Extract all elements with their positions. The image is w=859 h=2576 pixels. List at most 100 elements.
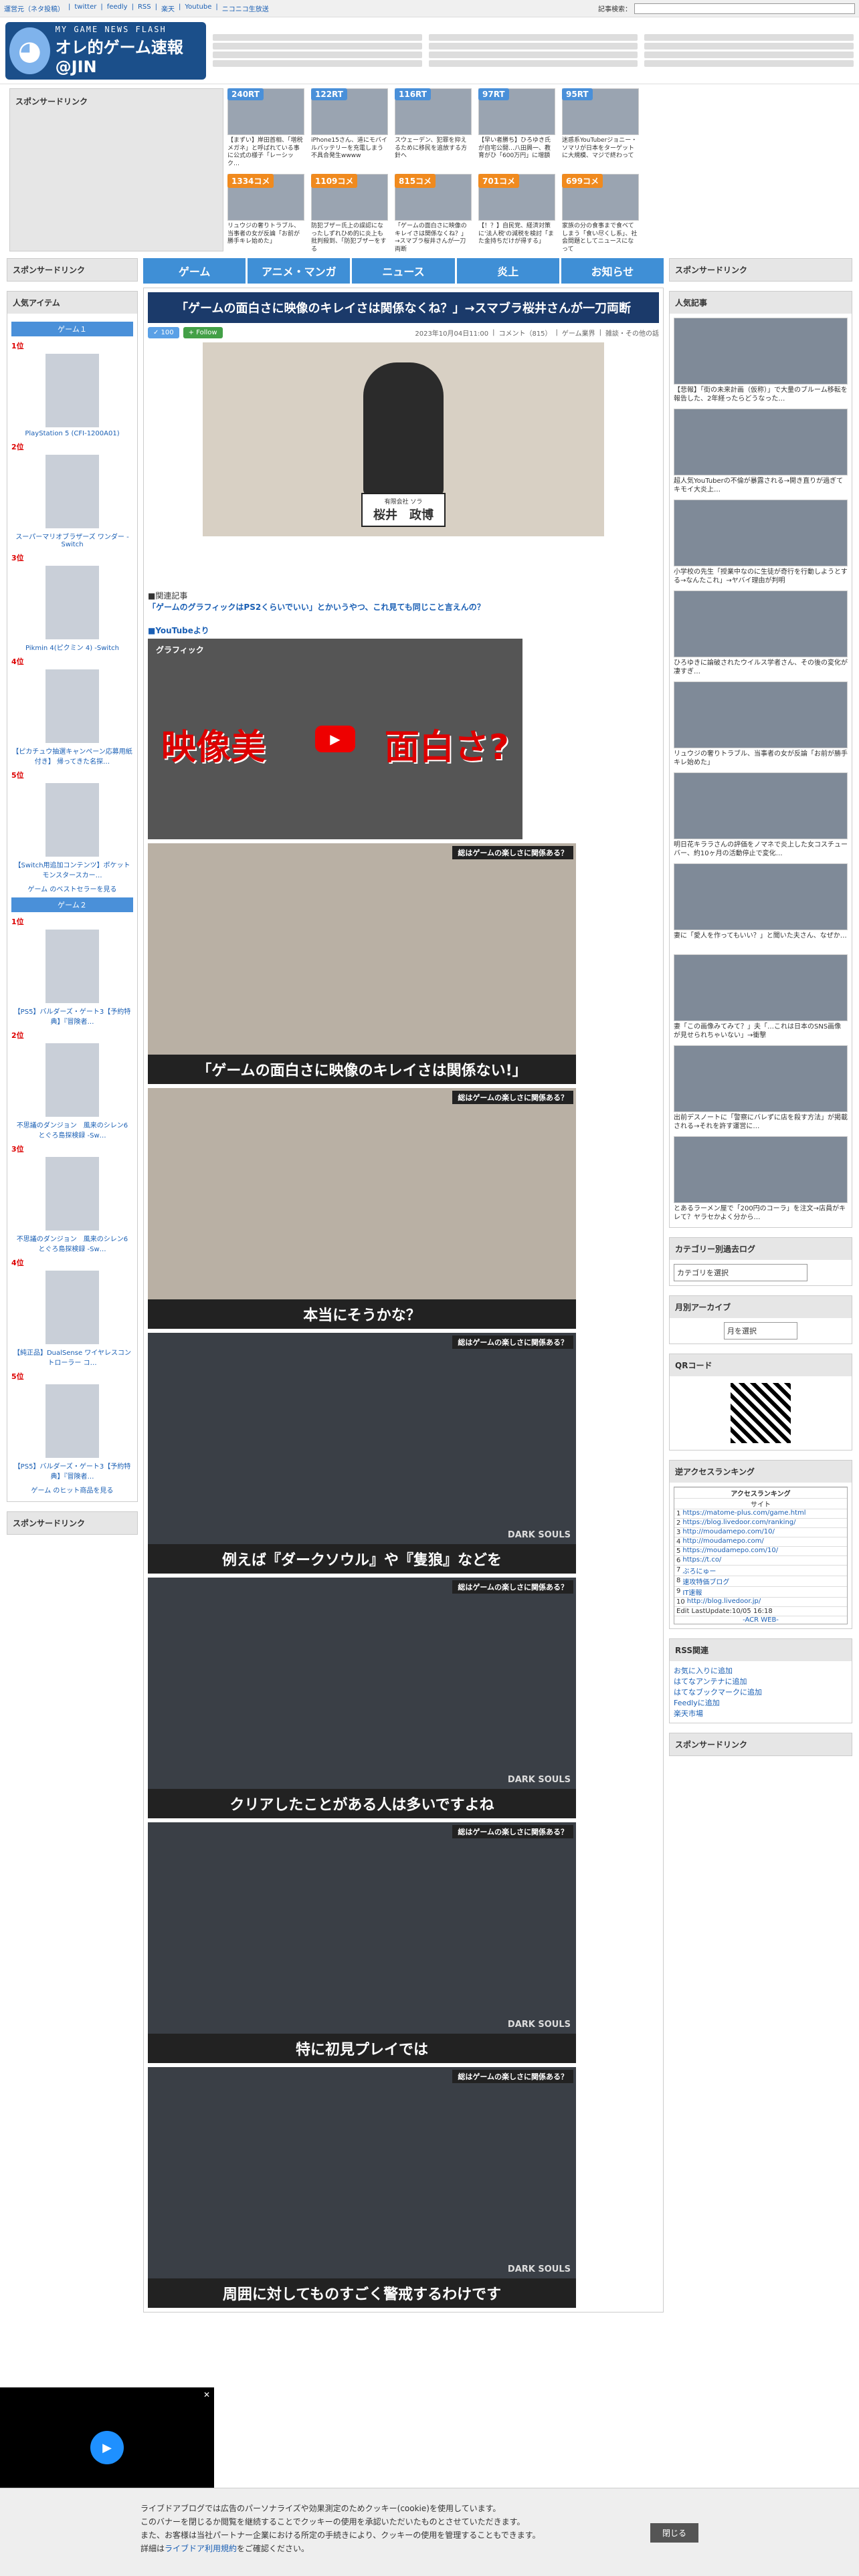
nav-anime[interactable]: アニメ・マンガ: [248, 258, 351, 284]
popular-article[interactable]: とあるラーメン屋で「200円のコーラ」を注文→店員がキレて？ヤラセかよく分から…: [674, 1136, 848, 1223]
top-link-rss[interactable]: RSS: [138, 3, 151, 13]
product-item[interactable]: スーパーマリオブラザーズ ワンダー -Switch: [11, 455, 133, 548]
top-bar: 運営元（ネタ投稿） | twitter | feedly | RSS | 楽天 | You…: [0, 0, 859, 17]
ranking-link[interactable]: http://blog.livedoor.jp/: [687, 1598, 761, 1606]
tab-game2[interactable]: ゲーム２: [11, 897, 133, 912]
thumb-comments-2[interactable]: 1109コメ 防犯ブザー氏上の誤認になったしずれひめ的に炎上も批判殺到、「防犯ブザ…: [311, 174, 388, 254]
terms-link[interactable]: ライブドア利用規約: [165, 2544, 237, 2553]
thumb-rt-3[interactable]: 116RT スウェーデン、犯罪を抑えるために移民を追放する方針へ: [395, 88, 472, 169]
rss-box: RSS関連 お気に入りに追加 はてなアンテナに追加 はてなブックマークに追加 F…: [669, 1638, 852, 1723]
cookie-close-button[interactable]: 閉じる: [650, 2523, 698, 2543]
product-item[interactable]: Pikmin 4(ピクミン 4) -Switch: [11, 566, 133, 652]
rss-link[interactable]: はてなブックマークに追加: [674, 1687, 848, 1697]
follow-button[interactable]: + Follow: [183, 327, 223, 338]
bestseller-link[interactable]: ゲーム のベストセラーを見る: [11, 883, 133, 893]
top-link-feedly[interactable]: feedly: [107, 3, 128, 13]
youtube-embed[interactable]: グラフィック 映像美 面白さ? ▶: [148, 639, 522, 839]
product-item[interactable]: 【ピカチュウ抽選キャンペーン応募用紙付き】 帰ってきた名探…: [11, 669, 133, 766]
product-item[interactable]: 不思議のダンジョン 風来のシレン6 とぐろ島探検録 -Sw…: [11, 1043, 134, 1140]
popular-article[interactable]: リュウジの奢りトラブル、当事者の女が反論「お前が勝手キレ始めた」: [674, 681, 848, 768]
rss-link[interactable]: お気に入りに追加: [674, 1665, 848, 1676]
product-item[interactable]: 【Switch用追加コンテンツ】ポケットモンスタースカー…: [11, 783, 133, 879]
tab-game1[interactable]: ゲーム１: [11, 322, 133, 336]
popular-article[interactable]: 出前デスノートに「警察にバレずに店を殺す方法」が掲載される→それを許す運営に…: [674, 1045, 848, 1132]
tweet-button[interactable]: ✓ 100: [148, 327, 179, 338]
product-item[interactable]: 【純正品】DualSense ワイヤレスコントローラー コ…: [11, 1271, 133, 1367]
thumb-comments-4[interactable]: 701コメ 【！？】自民党、経済対策に'法人税'の減税を検討「また金持ちだけが得す…: [478, 174, 555, 254]
search-input[interactable]: [634, 3, 855, 14]
article-meta: ✓ 100 + Follow 2023年10月04日11:00 | コメント（81…: [148, 327, 659, 338]
thumb-comments-1[interactable]: 1334コメ リュウジの奢りトラブル、当事者の女が反論「お前が勝手キレ始めた」: [227, 174, 304, 254]
monthly-archive: 月別アーカイブ 月を選択: [669, 1295, 852, 1344]
right-sponsor-bottom: スポンサードリンク: [669, 1733, 852, 1756]
youtube-overlay-text: 映像美 面白さ?: [161, 728, 509, 768]
category-archive: カテゴリー別過去ログ カテゴリを選択: [669, 1237, 852, 1286]
ranking-link[interactable]: http://moudamepo.com/: [682, 1537, 763, 1546]
site-logo[interactable]: ◕ MY GAME NEWS FLASH オレ的ゲーム速報@JIN: [5, 21, 206, 80]
ranking-link[interactable]: https://blog.livedoor.com/ranking/: [682, 1519, 795, 1527]
top-link-source[interactable]: 運営元（ネタ投稿）: [4, 3, 64, 13]
thumb-rt-5[interactable]: 95RT 迷惑系YouTuberジョニー・ソマリが日本をターゲットに大規模、マジで…: [562, 88, 639, 169]
thumb-comments-5[interactable]: 699コメ 家族の分の食事まで食べてしまう「食い尽くし系」、社会問題としてニュース…: [562, 174, 639, 254]
left-sponsor-bottom: スポンサードリンク: [7, 1511, 138, 1535]
ranking-link[interactable]: http://moudamepo.com/10/: [682, 1528, 775, 1537]
youtube-title: グラフィック: [156, 645, 204, 655]
related-link[interactable]: 「ゲームのグラフィックはPS2くらいでいい」とかいうやつ、これ見ても同じこと言え…: [148, 603, 485, 612]
product-item[interactable]: 【PS5】バルダーズ・ゲート3【予約特典】『冒険者…: [11, 930, 133, 1026]
thumb-rt-1[interactable]: 240RT 【まずい】岸田首相、「増税メガネ」と呼ばれている事に公式の様子「レーシ…: [227, 88, 304, 169]
popular-article[interactable]: ひろゆきに論破されたウイルス学者さん、その後の変化が凄すぎ…: [674, 591, 848, 677]
top-link-niconico[interactable]: ニコニコ生放送: [222, 3, 269, 13]
top-link-youtube[interactable]: Youtube: [185, 3, 211, 13]
name-card: 有限会社 ソラ 桜井 政博: [361, 493, 446, 527]
ranking-link[interactable]: 速攻特価ブログ: [682, 1576, 729, 1586]
comment-link[interactable]: コメント（815）: [498, 328, 551, 338]
article-title: 「ゲームの面白さに映像のキレイさは関係なくね？」→スマブラ桜井さんが一刀両断: [148, 292, 659, 323]
rss-link[interactable]: 楽天市場: [674, 1708, 848, 1719]
category-link-2[interactable]: 雑談・その他の話: [605, 328, 659, 338]
product-item[interactable]: PlayStation 5 (CFI-1200A01): [11, 354, 133, 437]
slide-1: 総はゲームの楽しさに関係ある？ 「ゲームの面白さに映像のキレイさは関係ない!」: [148, 843, 576, 1084]
left-sponsor: スポンサードリンク: [7, 258, 138, 282]
popular-article[interactable]: 小学校の先生「授業中なのに生徒が奇行を行動しようとする→なんたこれ」→ヤバイ理由…: [674, 500, 848, 586]
article-date: 2023年10月04日11:00: [415, 330, 489, 338]
ranking-link[interactable]: https://moudamepo.com/10/: [682, 1547, 778, 1555]
logo-title: オレ的ゲーム速報@JIN: [55, 38, 183, 76]
close-icon[interactable]: ✕: [203, 2390, 210, 2399]
main-content: ゲーム アニメ・マンガ ニュース 炎上 お知らせ 「ゲームの面白さに映像のキレイ…: [143, 258, 664, 2313]
nav-game[interactable]: ゲーム: [143, 258, 246, 284]
thumb-rt-2[interactable]: 122RT iPhone15さん、道にモバイルバッテリーを充電しまう不具合発生ww…: [311, 88, 388, 169]
rss-link[interactable]: Feedlyに追加: [674, 1697, 848, 1708]
ranking-link[interactable]: IT速報: [682, 1587, 702, 1597]
thumb-rt-4[interactable]: 97RT 【早い者勝ち】ひろゆき氏が自宅公開…八田興一、教育がひ「600万円」に増…: [478, 88, 555, 169]
play-icon[interactable]: ▶: [90, 2431, 124, 2464]
popular-article[interactable]: 超人気YouTuberの不倫が暴露される→開き直りが過ぎてキモイ大炎上…: [674, 409, 848, 496]
popular-article[interactable]: 妻に「愛人を作ってもいい？」と聞いた夫さん、なぜか…: [674, 863, 848, 950]
popular-article[interactable]: 【悲報】「街の未来計画（仮称）」で大量のブルーム移転を報告した、2年経ったらどう…: [674, 318, 848, 405]
sponsor-label: スポンサードリンク: [15, 97, 88, 106]
hit-products-link[interactable]: ゲーム のヒット商品を見る: [11, 1485, 133, 1495]
month-select[interactable]: 月を選択: [724, 1322, 797, 1339]
ranking-link[interactable]: ぶろにゅー: [682, 1566, 716, 1576]
nav-notice[interactable]: お知らせ: [561, 258, 664, 284]
popular-article[interactable]: 明日花キララさんの評価をノマネで炎上した女コスチューバー、約10ヶ月の活動停止で…: [674, 772, 848, 859]
ranking-link[interactable]: https://t.co/: [682, 1556, 721, 1565]
top-thumbnails: 240RT 【まずい】岸田首相、「増税メガネ」と呼ばれている事に公式の様子「レーシ…: [227, 88, 850, 254]
right-sidebar: スポンサードリンク 人気記事 【悲報】「街の未来計画（仮称）」で大量のブルーム移…: [669, 258, 852, 2313]
rss-link[interactable]: はてなアンテナに追加: [674, 1676, 848, 1687]
popular-article[interactable]: 妻「この画像みてみて？」夫「…これは日本のSNS画像が見せられちゃいない」→衝撃: [674, 954, 848, 1041]
category-link[interactable]: ゲーム業界: [562, 328, 595, 338]
nav-enjo[interactable]: 炎上: [456, 258, 559, 284]
right-sponsor: スポンサードリンク: [669, 258, 852, 282]
nav-news[interactable]: ニュース: [352, 258, 455, 284]
top-link-rakuten[interactable]: 楽天: [161, 3, 175, 13]
product-item[interactable]: 不思議のダンジョン 風来のシレン6 とぐろ島探検録 -Sw…: [11, 1157, 134, 1253]
top-link-twitter[interactable]: twitter: [74, 3, 96, 13]
ranking-link[interactable]: https://matome-plus.com/game.html: [682, 1509, 805, 1518]
product-item[interactable]: 【PS5】バルダーズ・ゲート3【予約特典】『冒険者…: [11, 1384, 133, 1481]
logo-subtitle: MY GAME NEWS FLASH: [55, 25, 167, 34]
category-select[interactable]: カテゴリを選択: [674, 1264, 807, 1281]
slide-6: 総はゲームの楽しさに関係ある？ DARK SOULS 周囲に対してものすごく警戒する…: [148, 2067, 576, 2308]
cookie-banner: ライブドアブログでは広告のパーソナライズや効果測定のためクッキー(cookie)…: [0, 2488, 859, 2576]
article: 「ゲームの面白さに映像のキレイさは関係なくね？」→スマブラ桜井さんが一刀両断 ✓…: [143, 288, 664, 2313]
thumb-comments-3[interactable]: 815コメ 「ゲームの面白さに映像のキレイさは関係なくね？」→スマブラ桜井さんが一…: [395, 174, 472, 254]
